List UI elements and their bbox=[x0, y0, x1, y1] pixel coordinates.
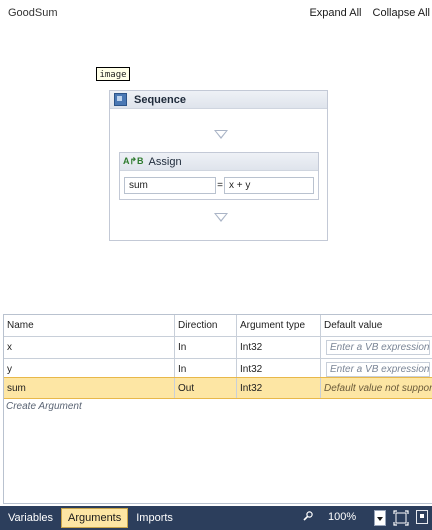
tab-imports[interactable]: Imports bbox=[130, 509, 179, 527]
arguments-grid: Name Direction Argument type Default val… bbox=[3, 314, 432, 504]
assign-value-field[interactable]: x + y bbox=[224, 177, 314, 194]
argument-default-input[interactable]: Enter a VB expression bbox=[326, 362, 430, 377]
table-row[interactable]: sum Out Int32 Default value not supporte… bbox=[4, 377, 432, 399]
column-header-default[interactable]: Default value bbox=[321, 315, 432, 336]
assign-expression-row: sum = x + y bbox=[124, 177, 314, 194]
designer-header: GoodSum Expand All Collapse All bbox=[0, 0, 432, 26]
drop-arrow-icon[interactable] bbox=[214, 130, 228, 139]
collapse-all-link[interactable]: Collapse All bbox=[373, 7, 430, 19]
argument-name[interactable]: x bbox=[4, 337, 175, 358]
image-tag: image bbox=[96, 67, 130, 81]
assign-equals: = bbox=[217, 180, 223, 191]
zoom-level[interactable]: 100% bbox=[328, 511, 356, 523]
sequence-icon bbox=[114, 93, 127, 106]
designer-bottom-bar: Variables Arguments Imports 100% bbox=[0, 506, 432, 530]
create-argument-link[interactable]: Create Argument bbox=[6, 401, 82, 412]
sequence-label: Sequence bbox=[134, 93, 186, 106]
tab-variables[interactable]: Variables bbox=[2, 509, 59, 527]
sequence-activity[interactable]: Sequence A↱B Assign sum = x + y bbox=[109, 90, 328, 241]
overview-icon[interactable] bbox=[416, 510, 428, 524]
drop-arrow-icon[interactable] bbox=[214, 213, 228, 222]
assign-icon: A↱B bbox=[123, 156, 144, 166]
fit-to-screen-icon[interactable] bbox=[393, 510, 409, 526]
argument-direction[interactable]: In bbox=[175, 337, 237, 358]
argument-default-input[interactable]: Enter a VB expression bbox=[326, 340, 430, 355]
search-icon[interactable] bbox=[303, 511, 313, 521]
argument-default-cell: Enter a VB expression bbox=[321, 337, 432, 358]
assign-to-field[interactable]: sum bbox=[124, 177, 216, 194]
assign-label: Assign bbox=[148, 155, 182, 168]
column-header-type[interactable]: Argument type bbox=[237, 315, 321, 336]
table-row[interactable]: x In Int32 Enter a VB expression bbox=[4, 337, 432, 359]
column-header-direction[interactable]: Direction bbox=[175, 315, 237, 336]
assign-header[interactable]: A↱B Assign bbox=[120, 153, 318, 171]
header-links: Expand All Collapse All bbox=[301, 7, 430, 19]
dropdown-icon[interactable] bbox=[374, 510, 386, 526]
argument-type[interactable]: Int32 bbox=[237, 378, 321, 398]
argument-direction[interactable]: Out bbox=[175, 378, 237, 398]
sequence-header[interactable]: Sequence bbox=[110, 91, 327, 109]
expand-all-link[interactable]: Expand All bbox=[309, 7, 361, 19]
assign-activity[interactable]: A↱B Assign sum = x + y bbox=[119, 152, 319, 200]
argument-default: Default value not supported bbox=[324, 382, 432, 394]
tab-arguments[interactable]: Arguments bbox=[61, 508, 129, 528]
argument-type[interactable]: Int32 bbox=[237, 337, 321, 358]
grid-header-row: Name Direction Argument type Default val… bbox=[4, 315, 432, 337]
argument-name[interactable]: sum bbox=[4, 378, 175, 398]
column-header-name[interactable]: Name bbox=[4, 315, 175, 336]
workflow-title: GoodSum bbox=[8, 7, 58, 19]
